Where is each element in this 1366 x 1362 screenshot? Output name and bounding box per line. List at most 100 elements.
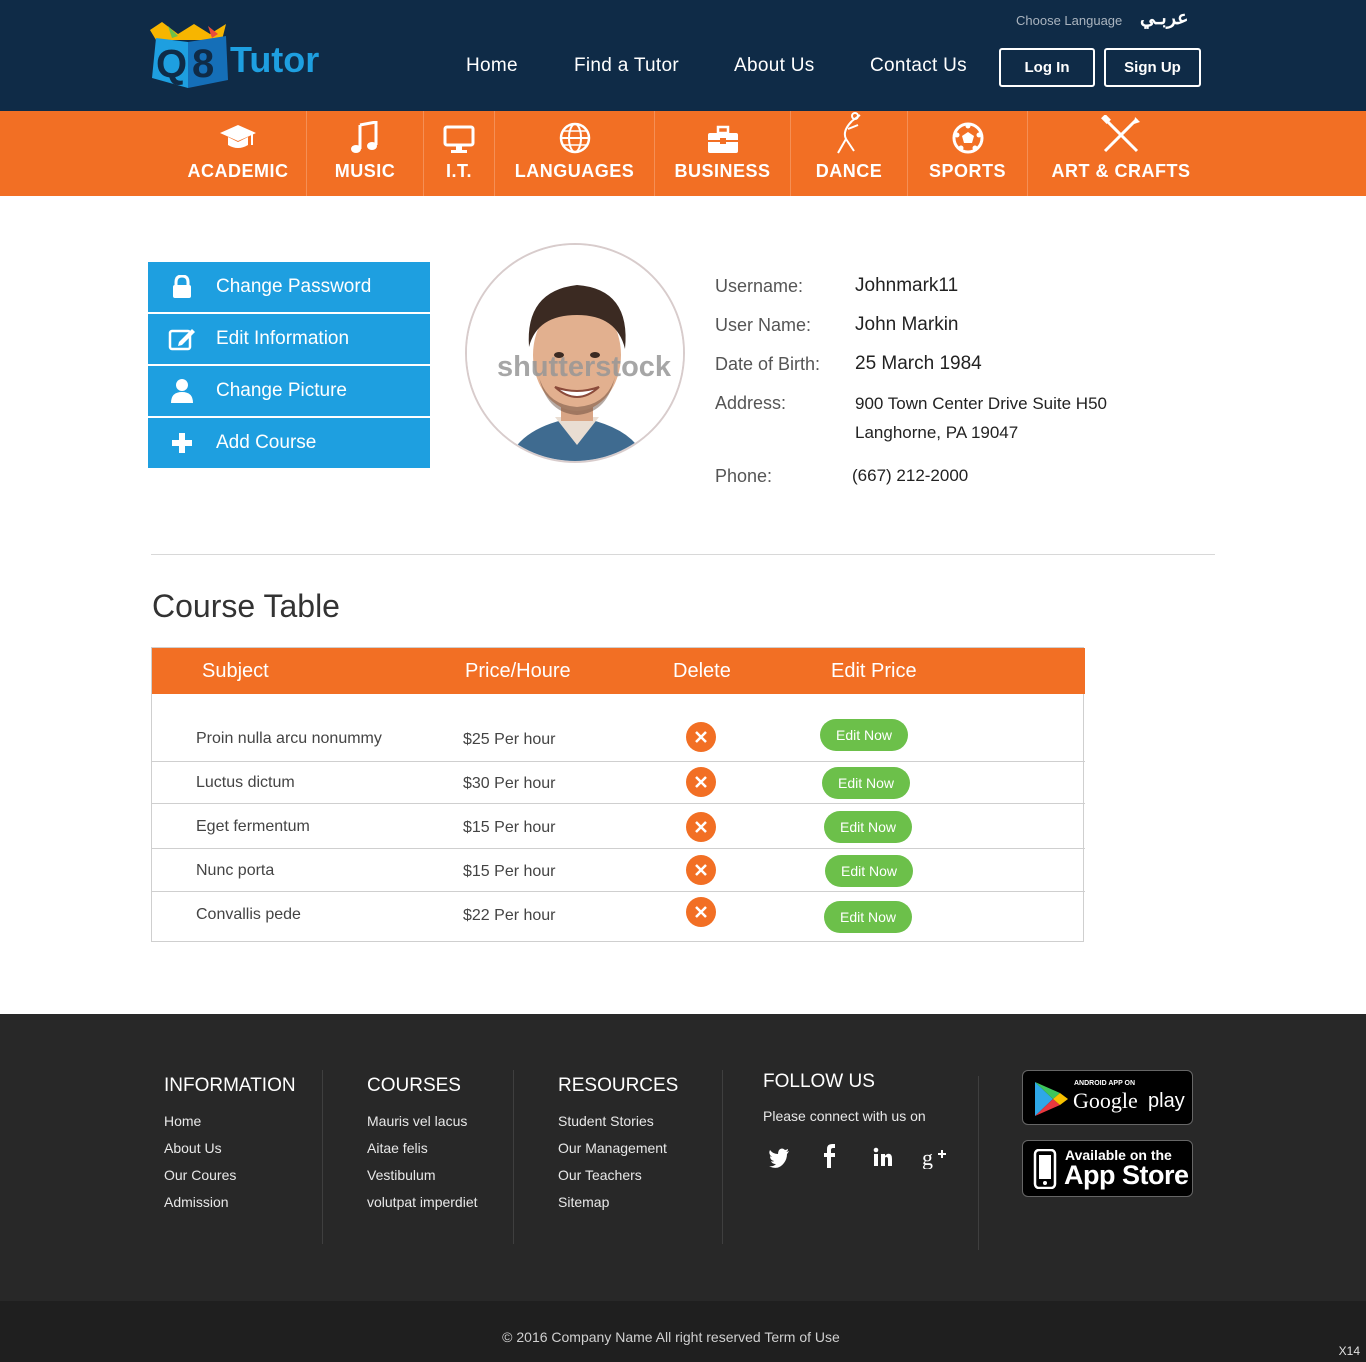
header-price: Price/Houre: [465, 660, 571, 682]
dob-label: Date of Birth:: [715, 354, 821, 374]
category-sports[interactable]: SPORTS: [908, 111, 1027, 196]
category-languages[interactable]: LANGUAGES: [495, 111, 654, 196]
row-divider: [152, 891, 1085, 892]
edit-information-button[interactable]: Edit Information: [148, 314, 430, 364]
category-dance[interactable]: DANCE: [791, 111, 907, 196]
footer-resources-title: RESOURCES: [558, 1075, 679, 1096]
site-footer: INFORMATION Home About Us Our Coures Adm…: [0, 1014, 1366, 1301]
delete-button[interactable]: [686, 767, 716, 797]
footer-link[interactable]: Aitae felis: [367, 1140, 428, 1156]
category-business[interactable]: BUSINESS: [655, 111, 790, 196]
footer-follow-title: FOLLOW US: [763, 1071, 875, 1092]
close-icon: [695, 906, 707, 918]
google-play-badge[interactable]: ANDROID APP ON Google play: [1022, 1070, 1193, 1125]
category-academic[interactable]: ACADEMIC: [170, 111, 306, 196]
site-header: Q 8 Tutor Choose Language عربـي Home Fin…: [0, 0, 1366, 111]
footer-divider: [722, 1070, 723, 1244]
delete-button[interactable]: [686, 855, 716, 885]
nav-find-a-tutor[interactable]: Find a Tutor: [574, 55, 679, 77]
svg-text:g: g: [922, 1145, 933, 1169]
table-row-subject: Luctus dictum: [196, 774, 295, 791]
edit-now-button[interactable]: Edit Now: [822, 767, 910, 799]
username-value: Johnmark11: [855, 275, 959, 296]
category-music[interactable]: MUSIC: [307, 111, 423, 196]
signup-button[interactable]: Sign Up: [1104, 48, 1201, 87]
linkedin-icon[interactable]: [873, 1147, 893, 1167]
nav-home[interactable]: Home: [466, 55, 518, 77]
avatar: shutterstock: [465, 243, 685, 463]
briefcase-icon: [707, 125, 738, 153]
change-picture-button[interactable]: Change Picture: [148, 366, 430, 416]
table-row-subject: Nunc porta: [196, 862, 275, 879]
header-delete: Delete: [673, 660, 731, 682]
category-label: ART & CRAFTS: [1051, 161, 1191, 181]
google-plus-icon[interactable]: g: [922, 1145, 946, 1169]
monitor-icon: [443, 125, 475, 153]
edit-now-button[interactable]: Edit Now: [825, 855, 913, 887]
nav-about-us[interactable]: About Us: [734, 55, 815, 77]
table-row-subject: Proin nulla arcu nonummy: [196, 730, 382, 747]
google-play-text-google: Google: [1073, 1088, 1138, 1113]
footer-link[interactable]: Admission: [164, 1194, 229, 1210]
footer-link[interactable]: Our Coures: [164, 1167, 236, 1183]
username-label: Username:: [715, 276, 804, 296]
delete-button[interactable]: [686, 897, 716, 927]
dancer-icon: [837, 112, 861, 154]
login-button[interactable]: Log In: [999, 48, 1095, 87]
category-art-crafts[interactable]: ART & CRAFTS: [1028, 111, 1214, 196]
nav-contact-us[interactable]: Contact Us: [870, 55, 967, 77]
phone-label: Phone:: [715, 466, 773, 486]
lock-icon: [148, 275, 216, 299]
user-icon: [148, 378, 216, 404]
change-password-button[interactable]: Change Password: [148, 262, 430, 312]
category-label: DANCE: [815, 161, 883, 181]
svg-text:Tutor: Tutor: [230, 39, 319, 80]
close-icon: [695, 731, 707, 743]
footer-link[interactable]: Home: [164, 1113, 201, 1129]
edit-now-button[interactable]: Edit Now: [824, 901, 912, 933]
facebook-icon[interactable]: [822, 1144, 836, 1168]
table-row-price: $15 Per hour: [463, 819, 556, 836]
music-note-icon: [351, 121, 378, 153]
google-play-icon: [1035, 1082, 1068, 1116]
category-it[interactable]: I.T.: [424, 111, 494, 196]
footer-link[interactable]: Sitemap: [558, 1194, 609, 1210]
table-row-price: $15 Per hour: [463, 863, 556, 880]
q8tutor-logo[interactable]: Q 8 Tutor: [148, 20, 323, 90]
address-label: Address:: [715, 393, 787, 413]
google-play-text-play: play: [1148, 1090, 1185, 1112]
app-store-badge[interactable]: Available on the App Store: [1022, 1140, 1193, 1197]
footer-link[interactable]: Student Stories: [558, 1113, 654, 1129]
google-play-small-text: ANDROID APP ON: [1074, 1080, 1136, 1087]
watermark-text: shutterstock: [497, 351, 672, 383]
soccer-ball-icon: [952, 122, 983, 154]
plus-icon: [148, 432, 216, 454]
edit-now-button[interactable]: Edit Now: [824, 811, 912, 843]
svg-text:8: 8: [192, 42, 214, 86]
arabic-language-link[interactable]: عربـي: [1140, 7, 1189, 30]
footer-link[interactable]: Our Teachers: [558, 1167, 642, 1183]
footer-divider: [513, 1070, 514, 1244]
footer-link[interactable]: Our Management: [558, 1140, 667, 1156]
delete-button[interactable]: [686, 812, 716, 842]
footer-divider: [978, 1076, 979, 1250]
twitter-icon[interactable]: [768, 1148, 790, 1168]
footer-link[interactable]: Vestibulum: [367, 1167, 435, 1183]
copyright-text: © 2016 Company Name All right reserved T…: [502, 1329, 840, 1345]
row-divider: [152, 848, 1085, 849]
footer-link[interactable]: Mauris vel lacus: [367, 1113, 467, 1129]
footer-link[interactable]: volutpat imperdiet: [367, 1194, 478, 1210]
crossed-tools-icon: [1101, 115, 1140, 153]
sidebar-item-label: Edit Information: [216, 328, 350, 349]
app-store-big-text: App Store: [1064, 1160, 1189, 1190]
delete-button[interactable]: [686, 722, 716, 752]
table-row-subject: Convallis pede: [196, 906, 301, 923]
category-label: SPORTS: [928, 161, 1006, 181]
footer-link[interactable]: About Us: [164, 1140, 222, 1156]
address-line1: 900 Town Center Drive Suite H50: [855, 394, 1107, 413]
edit-now-button[interactable]: Edit Now: [820, 719, 908, 751]
sidebar-item-label: Change Picture: [216, 380, 347, 401]
copyright-bar: © 2016 Company Name All right reserved T…: [0, 1301, 1366, 1362]
add-course-button[interactable]: Add Course: [148, 418, 430, 468]
corner-label: X14: [1338, 1344, 1360, 1358]
